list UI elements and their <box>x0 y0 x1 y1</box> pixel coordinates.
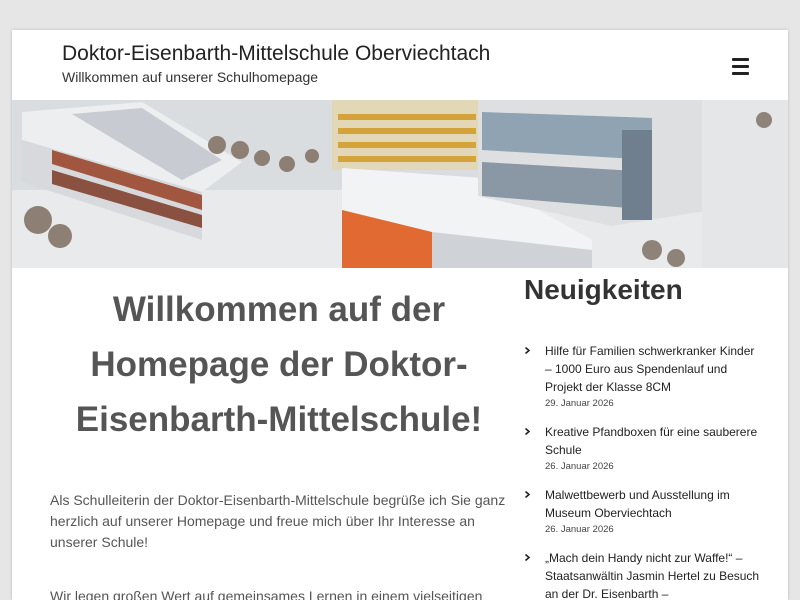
second-paragraph: Wir legen großen Wert auf gemeinsames Le… <box>50 588 483 600</box>
news-item: Kreative Pfandboxen für eine sauberere S… <box>524 423 764 474</box>
news-item: Hilfe für Familien schwerkranker Kinder … <box>524 342 764 411</box>
site-header: Doktor-Eisenbarth-Mittelschule Oberviech… <box>12 30 788 100</box>
welcome-heading: Willkommen auf der Homepage der Doktor-E… <box>75 290 483 439</box>
chevron-right-icon <box>524 347 531 354</box>
news-list: Hilfe für Familien schwerkranker Kinder … <box>524 342 764 600</box>
chevron-right-icon <box>524 491 531 498</box>
news-sidebar: Neuigkeiten Hilfe für Familien schwerkra… <box>524 268 764 600</box>
news-item: „Mach dein Handy nicht zur Waffe!“ – Sta… <box>524 549 764 600</box>
news-link[interactable]: Kreative Pfandboxen für eine sauberere S… <box>545 423 764 459</box>
hero-image <box>12 100 788 268</box>
chevron-right-icon <box>524 428 531 435</box>
news-link[interactable]: Malwettbewerb und Ausstellung im Museum … <box>545 486 764 522</box>
menu-bar-bottom <box>732 72 749 75</box>
page-container: Doktor-Eisenbarth-Mittelschule Oberviech… <box>12 30 788 600</box>
news-date: 26. Januar 2026 <box>545 461 614 472</box>
site-title[interactable]: Doktor-Eisenbarth-Mittelschule Oberviech… <box>62 42 490 66</box>
main-content: Willkommen auf der Homepage der Doktor-E… <box>50 268 508 600</box>
menu-bar-middle <box>732 65 749 68</box>
site-tagline: Willkommen auf unserer Schulhomepage <box>62 69 319 85</box>
intro-paragraph: Als Schulleiterin der Doktor-Eisenbarth-… <box>50 492 506 550</box>
news-date: 26. Januar 2026 <box>545 524 614 535</box>
news-heading: Neuigkeiten <box>524 274 683 305</box>
hamburger-menu-icon[interactable] <box>724 54 756 80</box>
menu-bar-top <box>732 58 749 61</box>
school-building-photo <box>12 100 788 268</box>
news-link[interactable]: „Mach dein Handy nicht zur Waffe!“ – Sta… <box>545 549 764 600</box>
chevron-right-icon <box>524 554 531 561</box>
news-item: Malwettbewerb und Ausstellung im Museum … <box>524 486 764 537</box>
news-link[interactable]: Hilfe für Familien schwerkranker Kinder … <box>545 342 764 396</box>
news-date: 29. Januar 2026 <box>545 398 614 409</box>
